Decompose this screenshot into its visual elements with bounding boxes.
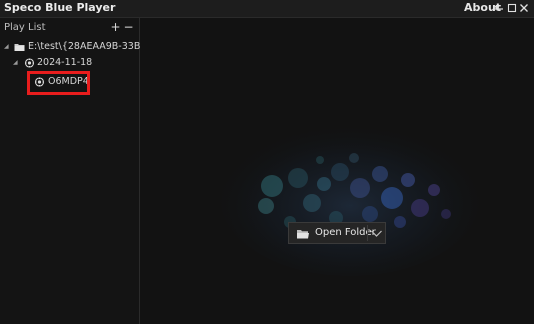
playlist-header: Play List + − [0, 18, 139, 38]
tree-item-folder[interactable]: ◢ E:\test\{28AEAA9B-33B7-... [0, 40, 159, 54]
maximize-button[interactable] [506, 0, 518, 16]
tree-item-label: 2024-11-18 [37, 57, 93, 68]
minimize-button[interactable] [493, 0, 505, 16]
close-icon [520, 4, 528, 12]
expand-arrow-icon[interactable]: ◢ [4, 40, 9, 54]
close-button[interactable] [518, 0, 530, 16]
chevron-down-icon [371, 230, 382, 237]
selection-highlight [27, 71, 90, 95]
folder-open-icon [296, 226, 310, 240]
playlist-panel: Play List + − ◢ E:\test\{28AEAA9B-33B7-.… [0, 18, 159, 324]
app-title: Speco Blue Player [4, 1, 116, 14]
expand-arrow-icon[interactable]: ◢ [13, 56, 18, 70]
square-icon [507, 3, 517, 13]
add-playlist-button[interactable]: + [110, 20, 121, 34]
playlist-title: Play List [4, 22, 46, 33]
tree-item-date[interactable]: ◢ 2024-11-18 [0, 56, 139, 70]
app-window: Speco Blue Player About ▾ Play List + − [0, 0, 534, 324]
camera-icon [24, 56, 35, 70]
video-area: Open Folder [140, 18, 534, 324]
remove-playlist-button[interactable]: − [123, 20, 134, 34]
open-folder-control: Open Folder [288, 222, 386, 244]
bokeh-background [220, 120, 480, 276]
open-folder-dropdown-button[interactable] [368, 223, 385, 243]
open-folder-button[interactable]: Open Folder [289, 223, 376, 243]
title-bar: Speco Blue Player About ▾ [0, 0, 534, 18]
folder-icon [14, 40, 25, 54]
minimize-icon [495, 8, 503, 10]
